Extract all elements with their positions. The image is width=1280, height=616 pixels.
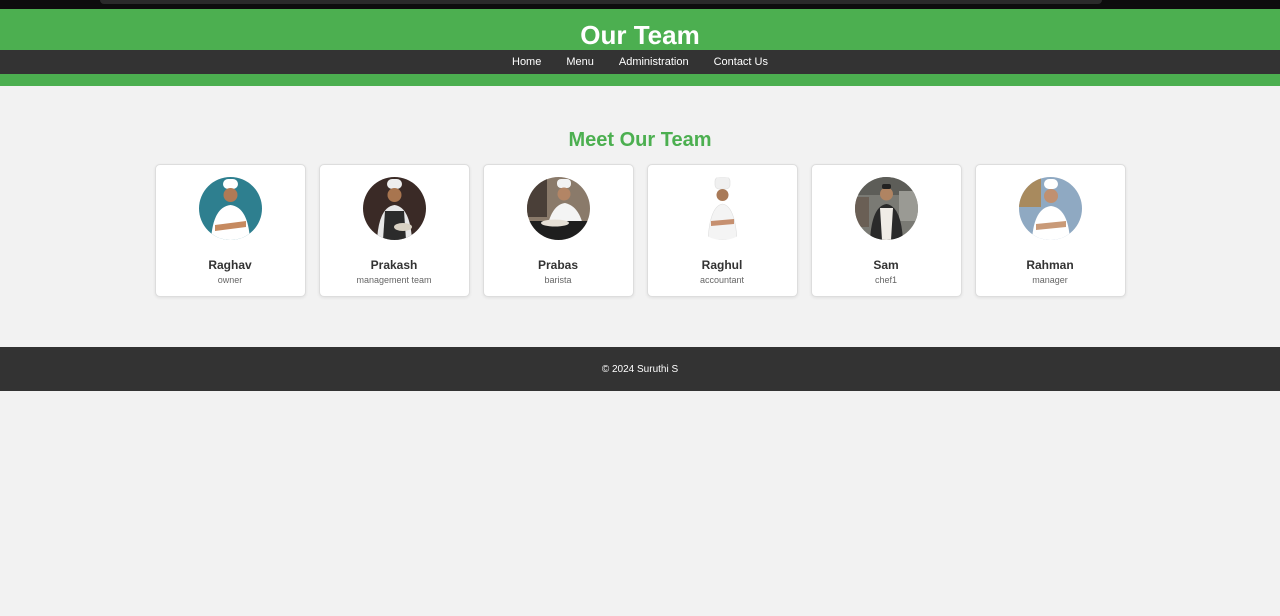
chef-photo-icon [690,177,754,240]
chef-photo-icon [854,177,918,240]
avatar [526,177,590,240]
member-role: accountant [699,275,745,285]
main-content: Meet Our Team Raghav owner Prakash manag… [0,86,1280,297]
team-card-raghul: Raghul accountant [646,164,798,297]
member-role: management team [356,275,432,285]
avatar [690,177,754,240]
member-name: Raghul [701,258,743,272]
team-card-rahman: Rahman manager [974,164,1126,297]
main-nav: Home Menu Administration Contact Us [0,50,1280,74]
chef-photo-icon [198,177,262,240]
avatar [854,177,918,240]
team-card-sam: Sam chef1 [810,164,962,297]
chef-photo-icon [362,177,426,240]
section-title: Meet Our Team [568,129,712,151]
footer-copyright: © 2024 Suruthi S [601,363,679,375]
team-card-raghav: Raghav owner [154,164,306,297]
avatar [362,177,426,240]
member-name: Rahman [1026,258,1074,272]
avatar [198,177,262,240]
nav-menu[interactable]: Menu [554,50,607,74]
member-name: Prakash [370,258,418,272]
chef-photo-icon [1018,177,1082,240]
team-card-prakash: Prakash management team [318,164,470,297]
member-name: Prabas [537,258,579,272]
team-card-prabas: Prabas barista [482,164,634,297]
nav-contact-us[interactable]: Contact Us [701,50,780,74]
team-grid: Raghav owner Prakash management team Pra… [0,164,1280,297]
chef-photo-icon [526,177,590,240]
nav-administration[interactable]: Administration [606,50,701,74]
member-role: chef1 [874,275,898,285]
member-role: owner [217,275,243,285]
site-title: Our Team [580,20,700,50]
member-role: manager [1032,275,1068,285]
site-footer: © 2024 Suruthi S [0,347,1280,391]
nav-home[interactable]: Home [500,50,554,74]
member-name: Sam [873,258,899,272]
browser-bar [100,0,1102,4]
member-name: Raghav [208,258,252,272]
browser-top-strip [0,0,1280,9]
member-role: barista [544,275,572,285]
site-header: Our Team Home Menu Administration Contac… [0,9,1280,86]
avatar [1018,177,1082,240]
